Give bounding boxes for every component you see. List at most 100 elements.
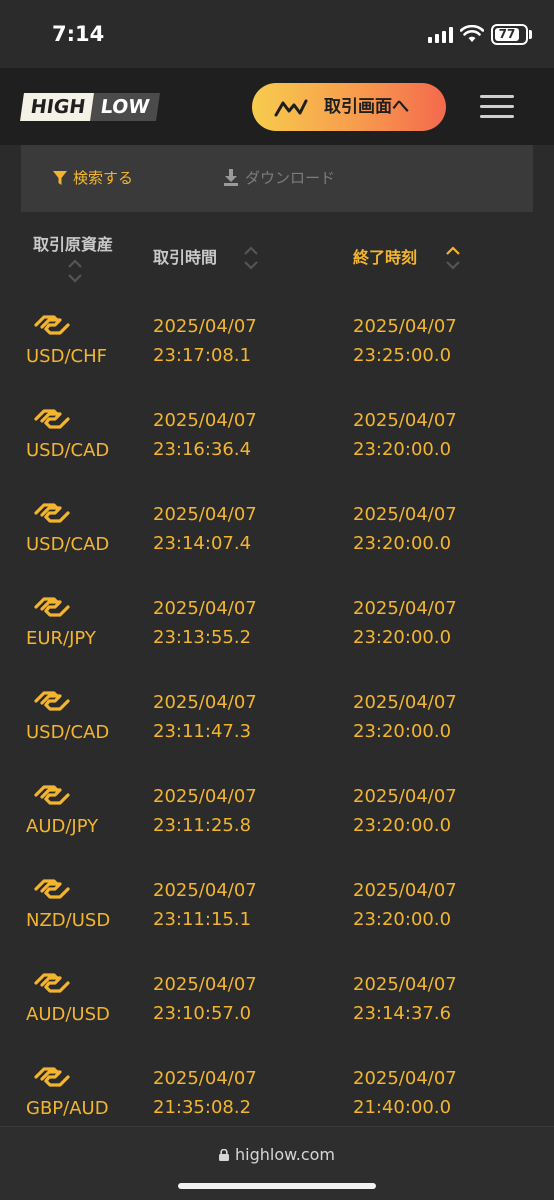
status-time: 7:14: [52, 22, 105, 46]
table-row[interactable]: USD/CAD 2025/04/07 23:16:36.4 2025/04/07 23:…: [0, 396, 554, 490]
asset-pair: NZD/USD: [26, 910, 111, 931]
end-time-cell: 2025/04/07 23:20:00.0: [353, 688, 457, 746]
open-time: 23:10:57.0: [153, 1003, 252, 1024]
asset-pair: GBP/AUD: [26, 1098, 109, 1119]
open-time: 23:17:08.1: [153, 345, 252, 366]
end-time: 21:40:00.0: [353, 1097, 452, 1118]
sort-active-icon[interactable]: [444, 245, 462, 271]
open-time: 21:35:08.2: [153, 1097, 252, 1118]
column-asset-label: 取引原資産: [33, 235, 114, 254]
end-date: 2025/04/07: [353, 786, 457, 807]
status-bar: 7:14 77: [0, 0, 554, 68]
open-date: 2025/04/07: [153, 692, 257, 713]
search-label: 検索する: [73, 169, 134, 187]
column-header-asset[interactable]: 取引原資産: [33, 232, 113, 258]
currency-pair-icon: [33, 594, 71, 620]
end-time-cell: 2025/04/07 23:25:00.0: [353, 312, 457, 370]
lock-icon: [219, 1149, 229, 1161]
url-field[interactable]: highlow.com: [0, 1145, 554, 1164]
open-time: 23:16:36.4: [153, 439, 252, 460]
sort-icon[interactable]: [242, 245, 260, 271]
browser-address-bar[interactable]: highlow.com: [0, 1126, 554, 1200]
open-date: 2025/04/07: [153, 410, 257, 431]
table-row[interactable]: NZD/USD 2025/04/07 23:11:15.1 2025/04/07 23:…: [0, 866, 554, 960]
app-header: HIGH LOW 取引画面へ: [0, 68, 554, 145]
asset-pair: AUD/USD: [26, 1004, 110, 1025]
url-text: highlow.com: [235, 1145, 335, 1164]
download-button[interactable]: ダウンロード: [223, 167, 335, 188]
wifi-icon: [460, 25, 484, 42]
open-date: 2025/04/07: [153, 316, 257, 337]
end-time-cell: 2025/04/07 23:20:00.0: [353, 782, 457, 840]
end-time: 23:20:00.0: [353, 533, 452, 554]
highlow-logo[interactable]: HIGH LOW: [20, 90, 160, 124]
trade-screen-label: 取引画面へ: [324, 97, 409, 117]
column-open-time-label: 取引時間: [153, 248, 218, 267]
battery-level: 77: [495, 28, 519, 41]
battery-tip: [529, 30, 532, 39]
table-row[interactable]: USD/CAD 2025/04/07 23:11:47.3 2025/04/07 23:…: [0, 678, 554, 772]
end-time: 23:25:00.0: [353, 345, 452, 366]
currency-pair-icon: [33, 406, 71, 432]
end-date: 2025/04/07: [353, 1068, 457, 1089]
open-time-cell: 2025/04/07 23:11:15.1: [153, 876, 257, 934]
search-button[interactable]: 検索する: [53, 167, 133, 188]
table-row[interactable]: EUR/JPY 2025/04/07 23:13:55.2 2025/04/07 23:…: [0, 584, 554, 678]
open-time-cell: 2025/04/07 23:10:57.0: [153, 970, 257, 1028]
end-time: 23:14:37.6: [353, 1003, 452, 1024]
currency-pair-icon: [33, 500, 71, 526]
end-time-cell: 2025/04/07 23:20:00.0: [353, 406, 457, 464]
asset-pair: USD/CAD: [26, 722, 110, 743]
end-date: 2025/04/07: [353, 598, 457, 619]
asset-pair: USD/CAD: [26, 440, 110, 461]
open-time-cell: 2025/04/07 23:14:07.4: [153, 500, 257, 558]
open-time: 23:11:25.8: [153, 815, 252, 836]
table-row[interactable]: AUD/USD 2025/04/07 23:10:57.0 2025/04/07 23:…: [0, 960, 554, 1054]
currency-pair-icon: [33, 782, 71, 808]
sort-icon[interactable]: [66, 258, 84, 284]
logo-high-text: HIGH: [20, 93, 96, 121]
currency-pair-icon: [33, 876, 71, 902]
download-icon: [224, 169, 238, 186]
open-time-cell: 2025/04/07 23:16:36.4: [153, 406, 257, 464]
open-time-cell: 2025/04/07 23:13:55.2: [153, 594, 257, 652]
end-date: 2025/04/07: [353, 410, 457, 431]
end-time: 23:20:00.0: [353, 909, 452, 930]
trade-screen-button[interactable]: 取引画面へ: [252, 83, 446, 131]
end-time: 23:20:00.0: [353, 721, 452, 742]
table-row[interactable]: AUD/JPY 2025/04/07 23:11:25.8 2025/04/07 23:…: [0, 772, 554, 866]
currency-pair-icon: [33, 1064, 71, 1090]
end-time-cell: 2025/04/07 21:40:00.0: [353, 1064, 457, 1122]
end-date: 2025/04/07: [353, 880, 457, 901]
trade-history-list: USD/CHF 2025/04/07 23:17:08.1 2025/04/07 23:…: [0, 302, 554, 1148]
hamburger-menu-icon[interactable]: [480, 95, 514, 119]
asset-pair: AUD/JPY: [26, 816, 99, 837]
currency-pair-icon: [33, 312, 71, 338]
end-time: 23:20:00.0: [353, 815, 452, 836]
download-label: ダウンロード: [245, 169, 336, 187]
asset-pair: USD/CHF: [26, 346, 107, 367]
open-date: 2025/04/07: [153, 1068, 257, 1089]
open-time: 23:11:47.3: [153, 721, 252, 742]
home-indicator[interactable]: [178, 1183, 376, 1189]
filter-icon: [53, 170, 67, 185]
open-date: 2025/04/07: [153, 786, 257, 807]
open-date: 2025/04/07: [153, 598, 257, 619]
open-time-cell: 2025/04/07 23:17:08.1: [153, 312, 257, 370]
open-time-cell: 2025/04/07 23:11:47.3: [153, 688, 257, 746]
currency-pair-icon: [33, 970, 71, 996]
asset-pair: EUR/JPY: [26, 628, 96, 649]
column-header-open-time[interactable]: 取引時間: [153, 245, 217, 271]
open-time: 23:11:15.1: [153, 909, 252, 930]
table-row[interactable]: USD/CAD 2025/04/07 23:14:07.4 2025/04/07 23:…: [0, 490, 554, 584]
table-row[interactable]: USD/CHF 2025/04/07 23:17:08.1 2025/04/07 23:…: [0, 302, 554, 396]
cellular-signal-icon: [428, 27, 454, 43]
open-time: 23:13:55.2: [153, 627, 252, 648]
table-header: 取引原資産 取引時間 終了時刻: [0, 212, 554, 302]
end-date: 2025/04/07: [353, 692, 457, 713]
column-header-end-time[interactable]: 終了時刻: [353, 245, 417, 271]
end-time: 23:20:00.0: [353, 627, 452, 648]
open-time-cell: 2025/04/07 23:11:25.8: [153, 782, 257, 840]
end-time-cell: 2025/04/07 23:20:00.0: [353, 594, 457, 652]
toolbar: 検索する ダウンロード: [21, 145, 533, 212]
